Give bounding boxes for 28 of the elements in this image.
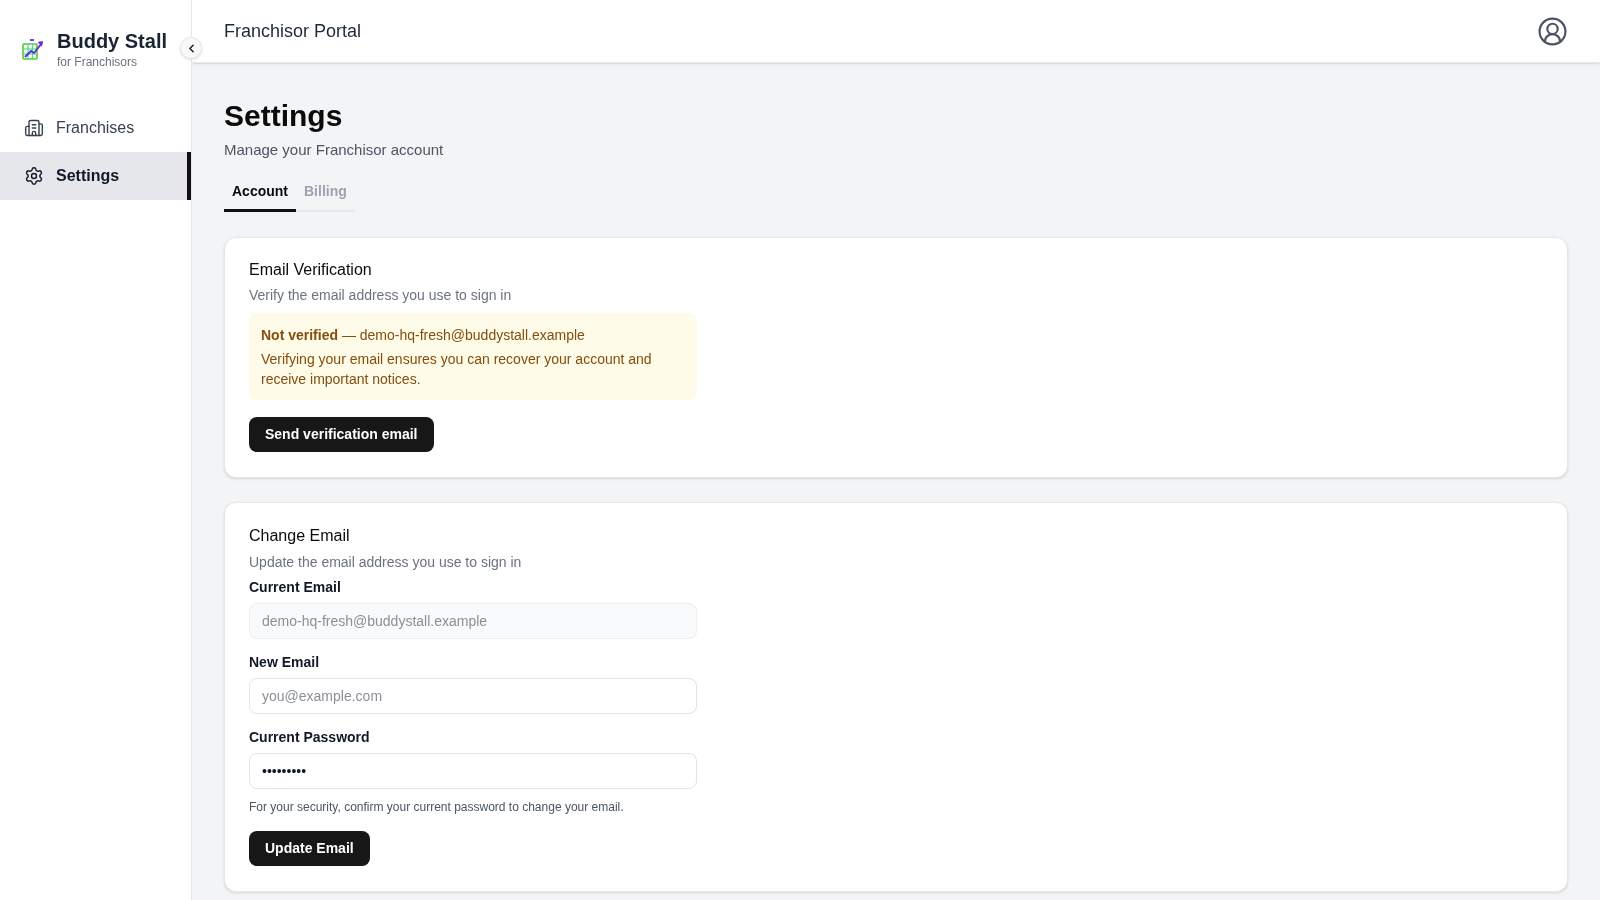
field-label: Current Password (249, 729, 371, 745)
card-description: Update the email address you use to sign in (249, 553, 523, 572)
tab[interactable]: Account (224, 175, 296, 212)
verification-status: Not verified — demo-hq-fresh@buddystall.example (261, 326, 586, 345)
sidebar-item[interactable]: Franchises (0, 104, 191, 152)
brand-tagline: for Franchisors (57, 54, 139, 70)
sidebar-item[interactable]: Settings (0, 152, 191, 200)
send-verification-button[interactable]: Send verification email (249, 417, 434, 452)
account-button[interactable] (1537, 15, 1568, 47)
update-email-button[interactable]: Update Email (249, 831, 370, 866)
card-description: Verify the email address you use to sign in (249, 286, 513, 305)
page-subtitle: Manage your Franchisor account (224, 140, 445, 160)
field-label: New Email (249, 654, 321, 670)
user-avatar-icon (1537, 15, 1568, 47)
building-icon (24, 118, 44, 138)
help-text: For your security, confirm your current password to change your email. (249, 799, 625, 815)
password-field[interactable]: ••••••••• (249, 753, 697, 789)
input-field[interactable]: you@example.com (249, 678, 697, 714)
collapse-button[interactable] (180, 37, 202, 59)
warning-message: Verifying your email ensures you can recover your account and receive important notices. (261, 350, 653, 389)
field-label: Current Email (249, 579, 342, 595)
portal-title: Franchisor Portal (224, 19, 362, 43)
settings-icon (24, 166, 44, 186)
chart-logo-icon (22, 38, 44, 60)
brand-name: Buddy Stall (57, 29, 167, 54)
card-title: Email Verification (249, 260, 373, 280)
page-title: Settings (224, 98, 344, 134)
card-title: Change Email (249, 526, 351, 546)
